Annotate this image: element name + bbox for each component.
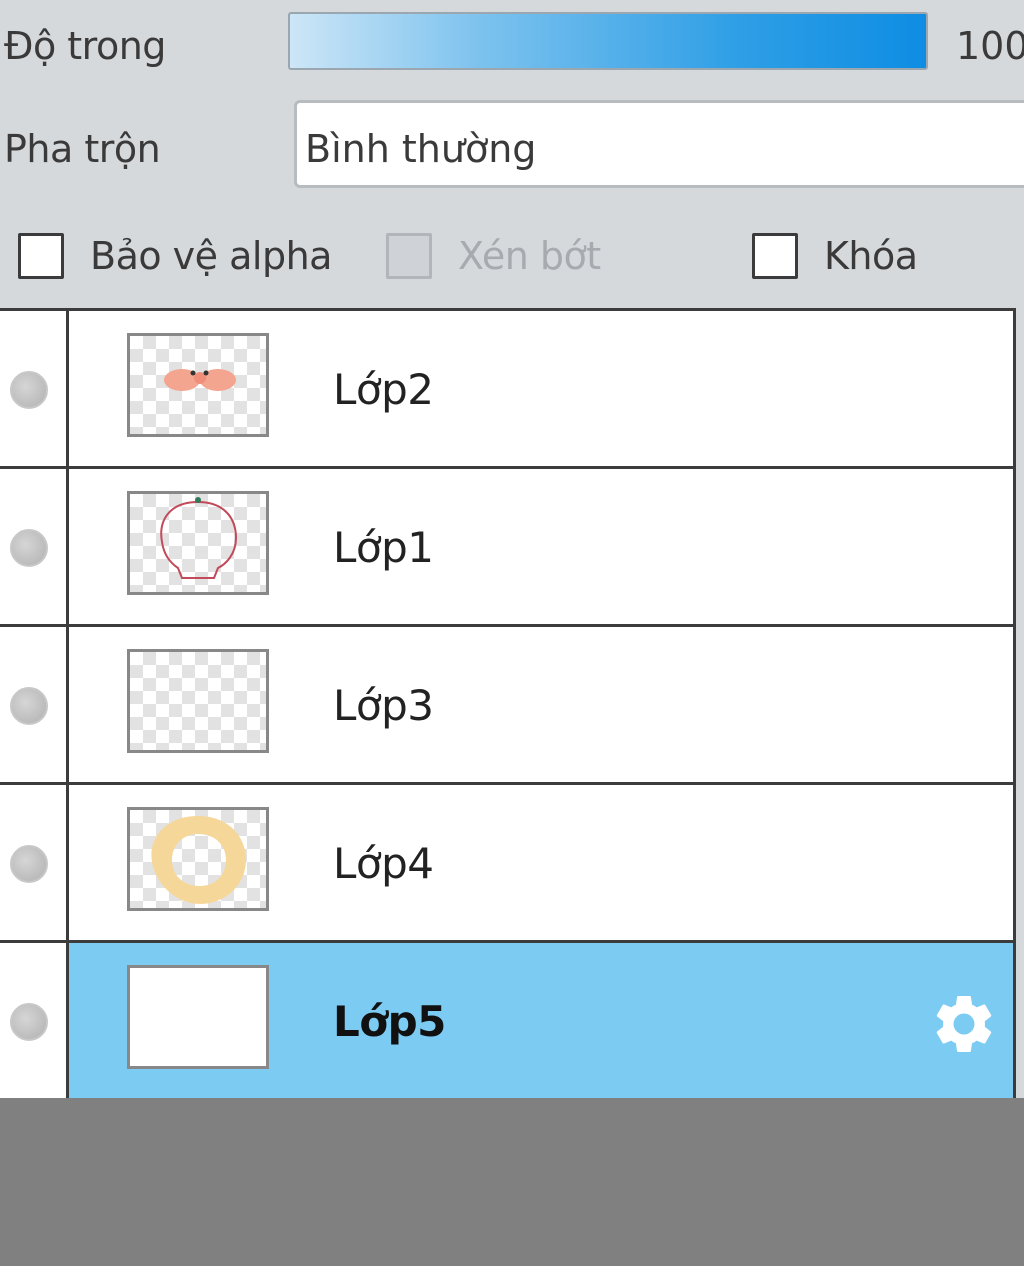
blend-mode-select[interactable]: Bình thường [294,100,1024,188]
clipping-label: Xén bớt [458,234,601,278]
layer-row-body[interactable]: Lớp5 [66,943,1013,1098]
layer-row[interactable]: Lớp1 [0,469,1013,627]
layer-list: Lớp2 Lớp1 Lớp3 Lớp4 Lớp5 [0,308,1016,1101]
layer-name: Lớp4 [333,839,434,888]
layer-row[interactable]: Lớp3 [0,627,1013,785]
lock-label: Khóa [824,234,918,278]
layer-name: Lớp2 [333,365,434,414]
protect-alpha-label: Bảo vệ alpha [90,234,332,278]
layer-thumbnail [127,965,269,1069]
layer-row-body[interactable]: Lớp4 [66,785,1013,940]
layer-list-empty-area [0,1098,1024,1266]
layer-row-body[interactable]: Lớp2 [66,311,1013,466]
layer-name: Lớp3 [333,681,434,730]
layer-row-selected[interactable]: Lớp5 [0,943,1013,1101]
outline-sketch-icon [160,497,238,579]
visibility-dot-icon[interactable] [10,371,48,409]
layer-thumbnail [127,333,269,437]
blend-mode-label: Pha trộn [4,127,161,171]
protect-alpha-option[interactable]: Bảo vệ alpha [18,228,332,284]
opacity-value: 100 [956,24,1024,68]
clipping-option: Xén bớt [386,228,601,284]
lock-checkbox[interactable] [752,233,798,279]
visibility-dot-icon[interactable] [10,1003,48,1041]
layer-row-body[interactable]: Lớp3 [66,627,1013,782]
visibility-dot-icon[interactable] [10,845,48,883]
opacity-label: Độ trong [4,24,166,68]
visibility-dot-icon[interactable] [10,687,48,725]
blend-mode-value: Bình thường [305,127,537,171]
layer-row[interactable]: Lớp2 [0,311,1013,469]
layer-thumbnail [127,649,269,753]
visibility-dot-icon[interactable] [10,529,48,567]
layer-row[interactable]: Lớp4 [0,785,1013,943]
layer-thumbnail [127,807,269,911]
lock-option[interactable]: Khóa [752,228,918,284]
protect-alpha-checkbox[interactable] [18,233,64,279]
gear-icon[interactable] [929,989,999,1059]
opacity-slider[interactable] [288,12,928,70]
layer-name: Lớp1 [333,523,434,572]
wreath-sketch-icon [151,816,246,904]
layer-name: Lớp5 [333,997,446,1046]
layer-thumbnail [127,491,269,595]
bow-sketch-icon [164,369,236,391]
clipping-checkbox [386,233,432,279]
layer-row-body[interactable]: Lớp1 [66,469,1013,624]
